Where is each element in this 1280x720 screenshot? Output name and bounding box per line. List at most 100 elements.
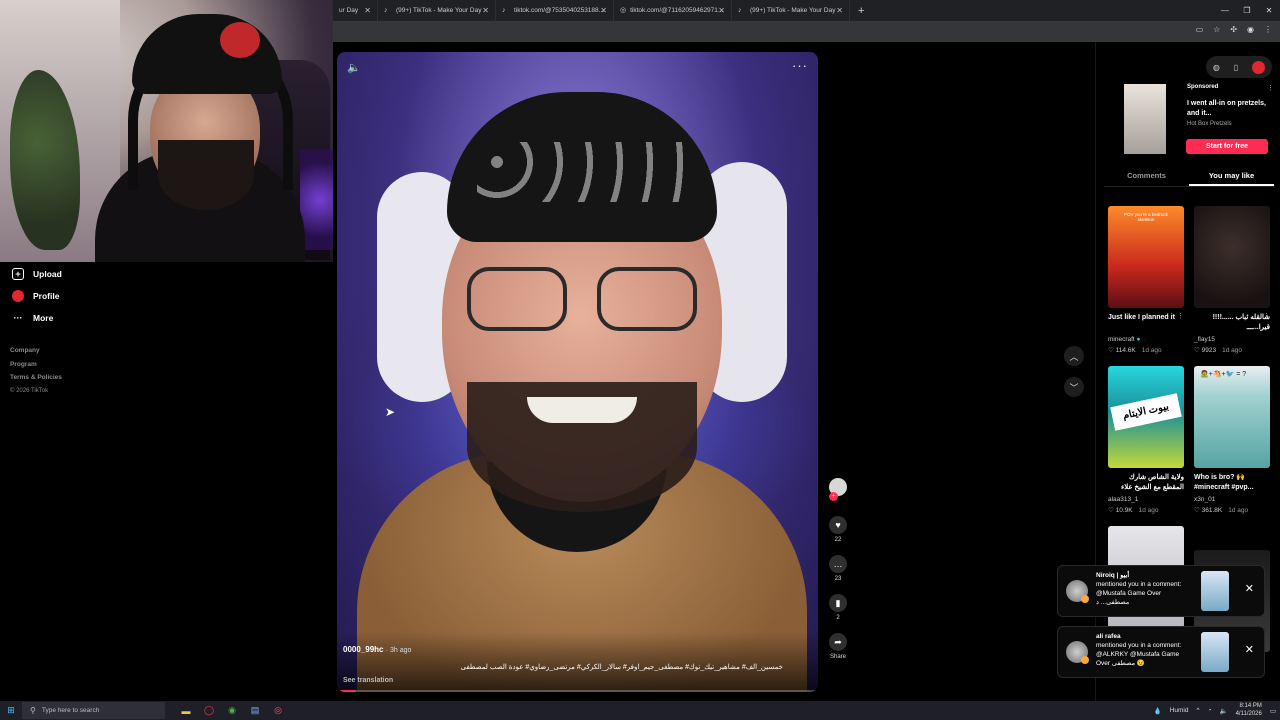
close-icon[interactable]: ✕ <box>836 6 843 15</box>
sidebar-item-label: Upload <box>33 269 62 279</box>
video-author[interactable]: 0000_99hc · 3h ago <box>343 645 411 654</box>
browser-tab[interactable]: ♪ tiktok.com/@7535040253188... ✕ <box>496 0 614 21</box>
more-options-icon[interactable]: ⋮ <box>1267 84 1274 92</box>
previous-video-button[interactable]: ︿ <box>1064 346 1084 366</box>
browser-tab[interactable]: ♪ (99+) TikTok - Make Your Day ✕ <box>378 0 496 21</box>
card-author[interactable]: x3n_01 <box>1194 496 1270 503</box>
weather-label[interactable]: Humid <box>1170 707 1189 714</box>
card-author[interactable]: alaa313_1 <box>1108 496 1184 503</box>
notification-center-icon[interactable]: ▭ <box>1270 707 1276 715</box>
opera-icon[interactable]: ◯ <box>202 704 216 718</box>
address-bar[interactable]: ▭ ☆ ✣ ◉ ⋮ <box>333 21 1280 42</box>
cap-logo <box>220 22 260 58</box>
more-options-icon[interactable]: ··· <box>792 58 808 73</box>
like-button[interactable]: ♥ 22 <box>824 516 852 543</box>
tab-title: ur Day <box>339 7 359 14</box>
video-player[interactable]: 🔈 ··· 0000_99hc · 3h ago خمسين_الف# مشاه… <box>337 52 818 692</box>
phone-icon[interactable]: ▯ <box>1234 63 1238 72</box>
coins-icon[interactable]: ◍ <box>1213 63 1220 72</box>
notification-thumbnail[interactable] <box>1201 632 1229 672</box>
caption-overlay <box>337 632 818 692</box>
close-icon[interactable]: ✕ <box>364 6 371 15</box>
cast-icon[interactable]: ▭ <box>1196 25 1204 34</box>
close-icon[interactable]: ✕ <box>482 6 489 15</box>
close-icon[interactable]: ✕ <box>1245 643 1254 656</box>
card-meta: ♡ 361.8K 1d ago <box>1194 507 1249 514</box>
maximize-button[interactable]: ❐ <box>1236 0 1258 21</box>
tray-chevron-icon[interactable]: ^ <box>1197 707 1200 714</box>
sponsored-ad[interactable]: Sponsored ⋮ I went all-in on pretzels, a… <box>1124 84 1274 156</box>
card-author[interactable]: _flay15 <box>1194 336 1270 343</box>
card-ago: 1d ago <box>1228 507 1249 514</box>
notification-message: mentioned you in a comment: @ALKRKY @Mus… <box>1096 642 1182 667</box>
start-for-free-button[interactable]: Start for free <box>1186 139 1268 154</box>
notification-name: Niroiq | أبيو <box>1096 572 1130 579</box>
video-card[interactable]: شالقله ثباب ......!!!!قيرا...ـــ _flay15… <box>1194 206 1270 354</box>
taskbar-search[interactable]: ⚲ Type here to search <box>22 702 165 719</box>
network-icon[interactable]: ◔ <box>1208 707 1212 714</box>
save-button[interactable]: ▮ 2 <box>824 594 852 621</box>
sidebar-item-upload[interactable]: + Upload <box>12 268 62 280</box>
mention-notification[interactable]: Niroiq | أبيو mentioned you in a comment… <box>1057 565 1265 617</box>
card-thumbnail[interactable]: POV you're a bedrock skeleton <box>1108 206 1184 308</box>
sidebar-item-profile[interactable]: Profile <box>12 290 59 302</box>
volume-icon[interactable]: 🔈 <box>1220 707 1228 715</box>
next-video-button[interactable]: ﹀ <box>1064 377 1084 397</box>
account-icon[interactable]: ◉ <box>1247 25 1254 34</box>
close-window-button[interactable]: ✕ <box>1258 0 1280 21</box>
weather-icon[interactable]: 💧 <box>1154 707 1162 715</box>
video-card[interactable]: POV you're a bedrock skeleton Just like … <box>1108 206 1184 354</box>
windows-start-icon[interactable]: ⊞ <box>0 705 22 716</box>
sidebar-item-more[interactable]: ··· More <box>12 312 54 324</box>
file-explorer-icon[interactable]: ▬ <box>179 704 193 718</box>
ad-title: I went all-in on pretzels, and it... <box>1187 100 1266 117</box>
tab-title: tiktok.com/@7535040253188... <box>514 7 605 14</box>
video-progress-bar[interactable] <box>337 690 818 692</box>
browser-tab[interactable]: ur Day ✕ <box>333 0 378 21</box>
more-options-icon[interactable]: ⋮ <box>1177 312 1184 320</box>
card-thumbnail[interactable] <box>1194 206 1270 308</box>
creator-avatar[interactable]: + <box>824 478 852 501</box>
browser-tab[interactable]: ◎ tiktok.com/@71162059462971... ✕ <box>614 0 732 21</box>
tab-comments[interactable]: Comments <box>1104 167 1189 186</box>
new-tab-button[interactable]: + <box>858 5 864 17</box>
comment-button[interactable]: … 23 <box>824 555 852 582</box>
see-translation-link[interactable]: See translation <box>343 677 393 684</box>
mention-notification[interactable]: ali rafea mentioned you in a comment: @A… <box>1057 626 1265 678</box>
follow-plus-icon[interactable]: + <box>829 492 838 501</box>
menu-icon[interactable]: ⋮ <box>1264 25 1272 34</box>
extensions-icon[interactable]: ✣ <box>1230 25 1237 34</box>
card-title: Who is bro? 🙌 #minecraft #pvp... <box>1194 474 1254 491</box>
clock-time: 8:14 PM <box>1239 703 1262 709</box>
clock[interactable]: 8:14 PM 4/11/2026 <box>1236 703 1262 718</box>
close-icon[interactable]: ✕ <box>718 6 725 15</box>
more-options-icon[interactable]: ⋮ <box>1263 312 1270 320</box>
obs-icon[interactable]: ◎ <box>271 704 285 718</box>
profile-avatar[interactable] <box>1252 60 1266 74</box>
share-label: Share <box>829 654 846 660</box>
browser-tab[interactable]: ♪ (99+) TikTok - Make Your Day ✕ <box>732 0 850 21</box>
video-card[interactable]: 🧟+🐴+🐦 = ? Who is bro? 🙌 #minecraft #pvp.… <box>1194 366 1270 514</box>
app-icon[interactable]: ▤ <box>248 704 262 718</box>
ad-thumbnail[interactable] <box>1124 84 1166 154</box>
video-card[interactable]: بيوت الايتام ولاية الشاص شارك المقطع مع … <box>1108 366 1184 514</box>
footer-link-company[interactable]: Company <box>10 344 62 358</box>
footer-link-terms[interactable]: Terms & Policies <box>10 371 62 385</box>
tab-you-may-like[interactable]: You may like <box>1189 167 1274 186</box>
taskbar-apps: ▬ ◯ ◉ ▤ ◎ <box>179 704 285 718</box>
card-author[interactable]: minecraft ● <box>1108 336 1184 343</box>
chrome-icon[interactable]: ◉ <box>225 704 239 718</box>
star-icon[interactable]: ☆ <box>1213 25 1220 34</box>
bookmark-icon: ▮ <box>829 594 847 612</box>
minimize-button[interactable]: — <box>1214 0 1236 21</box>
notification-thumbnail[interactable] <box>1201 571 1229 611</box>
card-thumbnail[interactable]: بيوت الايتام <box>1108 366 1184 468</box>
card-thumbnail[interactable]: 🧟+🐴+🐦 = ? <box>1194 366 1270 468</box>
close-icon[interactable]: ✕ <box>1245 582 1254 595</box>
footer-link-program[interactable]: Program <box>10 358 62 372</box>
chevron-up-icon: ︿ <box>1069 351 1079 362</box>
volume-icon[interactable]: 🔈 <box>347 61 361 74</box>
close-icon[interactable]: ✕ <box>600 6 607 15</box>
share-button[interactable]: ➦ Share <box>824 633 852 660</box>
search-placeholder: Type here to search <box>41 707 100 714</box>
